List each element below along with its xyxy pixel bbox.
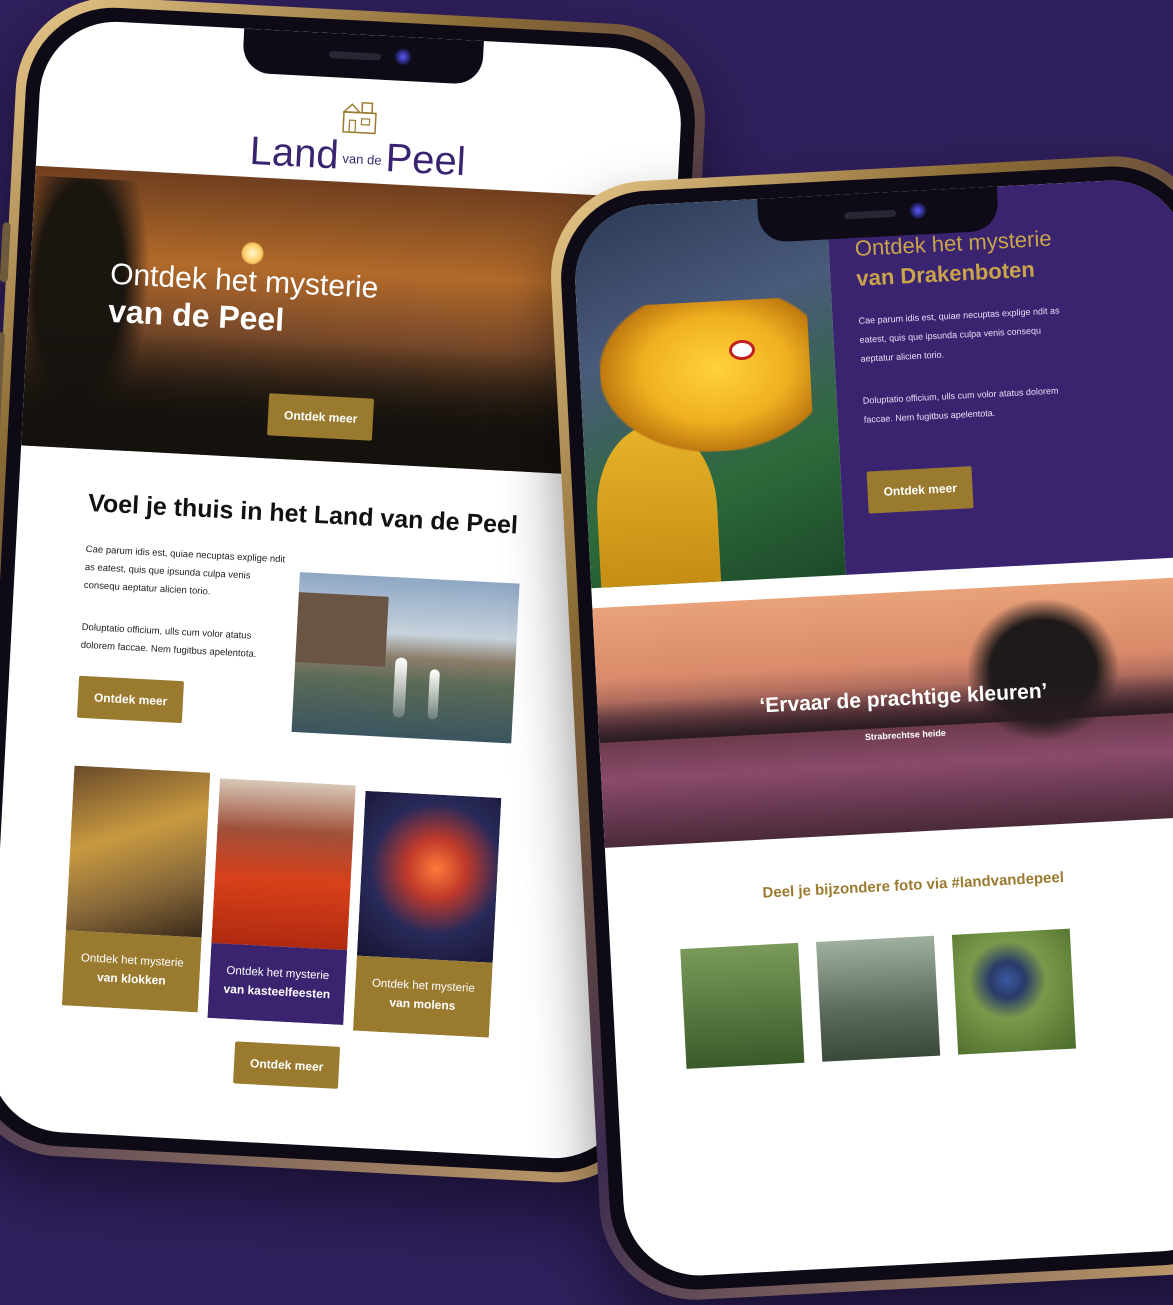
building-shape — [295, 592, 389, 667]
intro-cta-button[interactable]: Ontdek meer — [76, 675, 185, 724]
intro-title: Voel je thuis in het Land van de Peel — [87, 488, 519, 540]
sun-image — [240, 241, 265, 265]
bells-photo — [65, 765, 211, 938]
card-caption: Ontdek het mysterie van molens — [352, 955, 493, 1038]
community-photo-1[interactable] — [680, 942, 805, 1069]
speaker-grille — [843, 209, 897, 220]
phone-bezel: Ontdek het mysterie van Drakenboten Cae … — [556, 162, 1173, 1294]
speaker-grille — [328, 50, 382, 61]
windmill-photo — [356, 790, 502, 963]
community-photo-2[interactable] — [816, 935, 941, 1062]
phone-mockup-right: Ontdek het mysterie van Drakenboten Cae … — [546, 151, 1173, 1305]
intro-paragraph-2: Doluptatio officium, ulls cum volor atat… — [80, 621, 257, 661]
card-caption-line-1: Ontdek het mysterie — [80, 952, 185, 970]
camera-icon — [909, 202, 927, 220]
hero-cta-button[interactable]: Ontdek meer — [267, 393, 375, 441]
logo-word-van-de: van de — [342, 150, 382, 168]
feature-paragraph-1: Cae parum idis est, quiae necuptas expli… — [858, 305, 1060, 364]
logo-word-land: Land — [248, 128, 340, 178]
fountain-shape — [427, 669, 440, 720]
card-caption-line-1: Ontdek het mysterie — [371, 977, 476, 995]
feature-cta-button[interactable]: Ontdek meer — [866, 466, 974, 514]
heath-banner: ‘Ervaar de prachtige kleuren’ Strabrecht… — [592, 576, 1173, 848]
bottom-cta-button[interactable]: Ontdek meer — [233, 1041, 341, 1089]
card-molens[interactable]: Ontdek het mysterie van molens — [352, 790, 502, 1038]
card-caption-line-2: van kasteelfeesten — [223, 982, 331, 1002]
feature-section: Ontdek het mysterie van Drakenboten Cae … — [571, 176, 1173, 589]
fountain-shape — [392, 657, 408, 718]
castle-logo-icon — [342, 101, 377, 135]
intro-paragraph-1: Cae parum idis est, quiae necuptas expli… — [83, 543, 286, 598]
logo-word-peel: Peel — [384, 136, 467, 185]
card-caption-line-2: van molens — [389, 995, 456, 1014]
town-fountain-photo — [291, 572, 520, 744]
share-title: Deel je bijzondere foto via #landvandepe… — [762, 868, 1065, 902]
side-button — [0, 222, 11, 283]
card-caption: Ontdek het mysterie van kasteelfeesten — [207, 943, 348, 1026]
feature-paragraph-2: Doluptatio officium, ulls cum volor atat… — [862, 385, 1059, 425]
card-caption-line-1: Ontdek het mysterie — [226, 964, 330, 983]
community-photo-3[interactable] — [951, 928, 1077, 1055]
festival-photo — [211, 778, 356, 951]
dragon-boat-photo — [571, 195, 846, 589]
hero-title: Ontdek het mysterie van de Peel — [107, 258, 379, 343]
side-button — [0, 331, 6, 443]
card-caption: Ontdek het mysterie van klokken — [61, 930, 202, 1013]
card-kasteelfeesten[interactable]: Ontdek het mysterie van kasteelfeesten — [207, 778, 356, 1026]
camera-icon — [394, 48, 412, 66]
card-klokken[interactable]: Ontdek het mysterie van klokken — [61, 765, 211, 1013]
card-caption-line-2: van klokken — [96, 970, 167, 989]
dragon-head-shape — [596, 296, 815, 458]
phone-screen: Ontdek het mysterie van Drakenboten Cae … — [571, 176, 1173, 1280]
phone-notch — [241, 28, 484, 85]
